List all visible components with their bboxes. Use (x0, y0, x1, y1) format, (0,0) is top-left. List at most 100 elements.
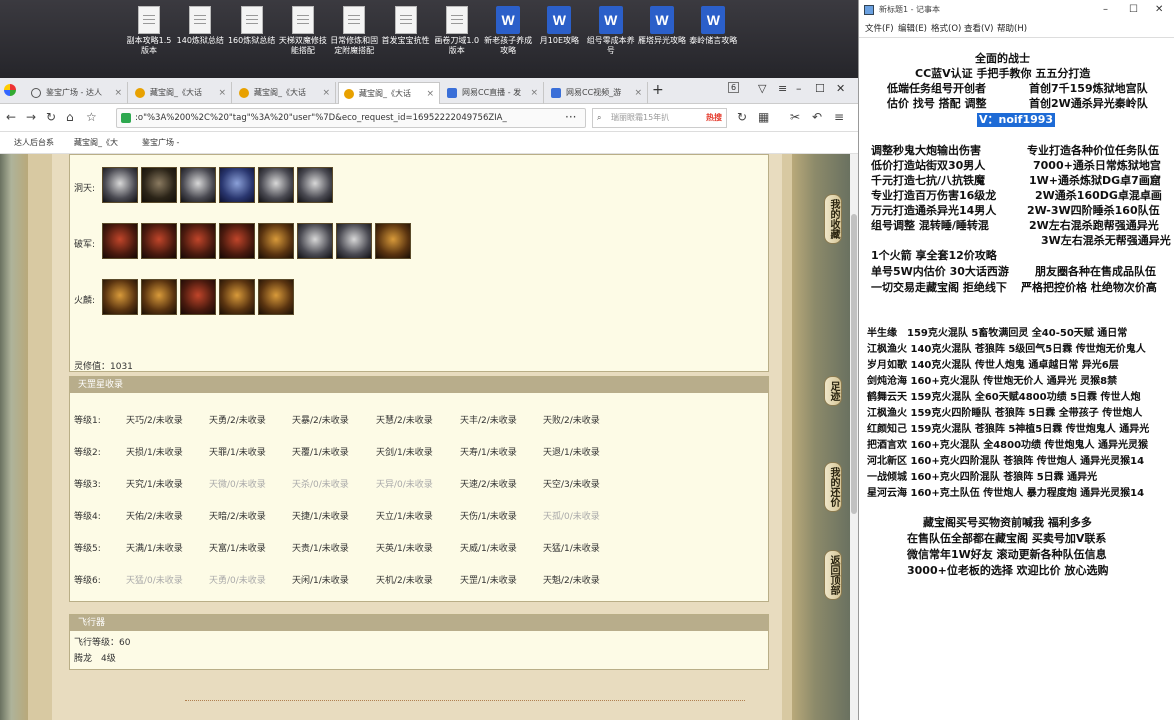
scrollbar[interactable] (850, 154, 858, 720)
refresh-icon[interactable]: ↻ (737, 110, 747, 124)
browser-tab[interactable]: 藏宝阁_《大话 × (130, 82, 232, 104)
notepad-menu-item[interactable]: 文件(F) (865, 20, 894, 38)
equipment-item-icon[interactable] (219, 279, 255, 315)
equipment-item-icon[interactable] (180, 223, 216, 259)
favorites-button[interactable]: 我的收藏 (824, 194, 842, 244)
notepad-menu-item[interactable]: 编辑(E) (898, 20, 927, 38)
browser-tab[interactable]: 鉴宝广场 - 达人 × (26, 82, 128, 104)
back-to-top-button[interactable]: 返回顶部 (824, 550, 842, 600)
notepad-menu-item[interactable]: 查看(V) (964, 20, 993, 38)
browser-tab[interactable]: 网易CC直播 - 发 × (442, 82, 544, 104)
desktop-icon[interactable]: 画卷刀域1.0版本 (432, 6, 482, 56)
notepad-maximize-button[interactable]: ☐ (1129, 0, 1138, 20)
equipment-item-icon[interactable] (102, 279, 138, 315)
notepad-minimize-button[interactable]: – (1103, 0, 1108, 20)
pin-icon[interactable]: ▽ (758, 82, 766, 95)
new-tab-button[interactable]: + (652, 82, 664, 98)
star-record-cell: 天立/1/未收录 (376, 512, 433, 522)
hot-search-label[interactable]: 热搜 (706, 109, 722, 127)
grade-label: 等级1: (74, 416, 101, 426)
browser-tab-label: 鉴宝广场 - 达人 (46, 88, 102, 97)
star-icon[interactable]: ☆ (86, 110, 97, 124)
desktop-icon[interactable]: W 月10E攻略 (534, 6, 584, 46)
desktop-icon[interactable]: 160炼狱总结 (227, 6, 277, 46)
browser-tab[interactable]: 网易CC视频_游 × (546, 82, 648, 104)
bookmark-item[interactable]: 达人后台系 (14, 137, 54, 148)
equipment-item-icon[interactable] (141, 167, 177, 203)
desktop-icon[interactable]: 首发宝宝抗性 (381, 6, 431, 46)
equipment-item-icon[interactable] (258, 223, 294, 259)
desktop-icon[interactable]: 天梯双魔修技能搭配 (278, 6, 328, 56)
tab-close-icon[interactable]: × (634, 82, 642, 104)
tab-close-icon[interactable]: × (426, 83, 434, 104)
notepad-menu-item[interactable]: 帮助(H) (997, 20, 1027, 38)
equipment-item-icon[interactable] (102, 167, 138, 203)
equipment-item-icon[interactable] (141, 223, 177, 259)
equipment-item-icon[interactable] (219, 223, 255, 259)
desktop-icon[interactable]: W 泰岭储言攻略 (688, 6, 738, 46)
equipment-item-icon[interactable] (336, 223, 372, 259)
desktop-icon[interactable]: 140炼狱总结 (175, 6, 225, 46)
tab-close-icon[interactable]: × (114, 82, 122, 104)
browser-logo-icon[interactable] (4, 84, 16, 96)
equipment-item-icon[interactable] (102, 223, 138, 259)
tab-close-icon[interactable]: × (322, 82, 330, 104)
globe-icon (31, 88, 41, 98)
star-record-cell: 天闲/1/未收录 (292, 576, 349, 586)
menu-icon[interactable]: ≡ (778, 82, 787, 95)
bookmarks-bar: 达人后台系 藏宝阁_《大 鉴宝广场 - (0, 132, 858, 154)
back-icon[interactable]: ← (6, 110, 16, 124)
star-record-cell: 天巧/2/未收录 (126, 416, 183, 426)
text-document-icon (343, 6, 366, 34)
reload-icon[interactable]: ↻ (46, 110, 56, 124)
desktop-icon-label: 首发宝宝抗性 (381, 36, 430, 45)
equipment-item-icon[interactable] (180, 167, 216, 203)
notepad-line: 河北新区 160+克火四阶混队 苍狼阵 传世炮人 通异光灵猴14 (867, 456, 1145, 467)
desktop-icon[interactable]: 副本攻略1.5版本 (124, 6, 174, 56)
scrollbar-thumb[interactable] (851, 214, 857, 514)
browser-tab[interactable]: 藏宝阁_《大话 × (234, 82, 336, 104)
notepad-line: 3W左右混杀无帮强通异光 (1041, 234, 1171, 247)
history-button[interactable]: 足迹 (824, 376, 842, 406)
tab-close-icon[interactable]: × (530, 82, 538, 104)
notepad-line: 江枫渔火 140克火混队 苍狼阵 5级回气5日霖 传世炮无价鬼人 (867, 344, 1146, 355)
notepad-menu-item[interactable]: 格式(O) (931, 20, 961, 38)
desktop-icon[interactable]: W 组号零成本养号 (586, 6, 636, 56)
bargain-button[interactable]: 我的还价 (824, 462, 842, 512)
bookmark-item[interactable]: 鉴宝广场 - (142, 137, 179, 148)
minimize-button[interactable]: – (796, 82, 802, 95)
fly-header: 飞行器 (70, 615, 768, 631)
equipment-item-icon[interactable] (141, 279, 177, 315)
equipment-item-icon[interactable] (180, 279, 216, 315)
url-input[interactable]: :o"%3A%200%2C%20"tag"%3A%20"user"%7D&eco… (116, 108, 586, 128)
star-record-cell: 天罪/1/未收录 (209, 448, 266, 458)
equipment-item-icon[interactable] (297, 167, 333, 203)
equipment-item-icon[interactable] (258, 279, 294, 315)
browser-tab[interactable]: 藏宝阁_《大话 × (338, 82, 440, 104)
desktop-icon[interactable]: W 雁塔异光攻略 (637, 6, 687, 46)
tiangang-header: 天罡星收录 (70, 377, 768, 393)
search-input[interactable]: ⌕ 瑞丽眼霜15年扒 热搜 (592, 108, 727, 128)
forward-icon[interactable]: → (26, 110, 36, 124)
settings-menu-icon[interactable]: ≡ (834, 110, 844, 124)
notepad-line: 朋友圈各种在售成品队伍 (1035, 265, 1156, 278)
notepad-close-button[interactable]: ✕ (1155, 0, 1163, 20)
maximize-button[interactable]: ☐ (815, 82, 825, 95)
equipment-item-icon[interactable] (219, 167, 255, 203)
equipment-item-icon[interactable] (258, 167, 294, 203)
cut-icon[interactable]: ✂ (790, 110, 800, 124)
bookmark-item[interactable]: 藏宝阁_《大 (74, 137, 118, 148)
desktop-icon[interactable]: 日常修炼和固定附魔搭配 (329, 6, 379, 56)
tab-close-icon[interactable]: × (218, 82, 226, 104)
undo-icon[interactable]: ↶ (812, 110, 822, 124)
apps-icon[interactable]: ▦ (758, 110, 769, 124)
more-icon[interactable]: ··· (565, 110, 576, 124)
home-icon[interactable]: ⌂ (66, 110, 74, 124)
notepad-text-area[interactable]: 全面的战士 CC蓝V认证 手把手教你 五五分打造 低端任务组号开创者 首创7千159炼… (859, 38, 1174, 720)
grade-label: 等级4: (74, 512, 101, 522)
equipment-item-icon[interactable] (375, 223, 411, 259)
desktop-icon[interactable]: W 新老孩子养成攻略 (483, 6, 533, 56)
equipment-item-icon[interactable] (297, 223, 333, 259)
close-button[interactable]: ✕ (836, 82, 845, 95)
tab-count-badge[interactable]: 6 (728, 82, 740, 93)
